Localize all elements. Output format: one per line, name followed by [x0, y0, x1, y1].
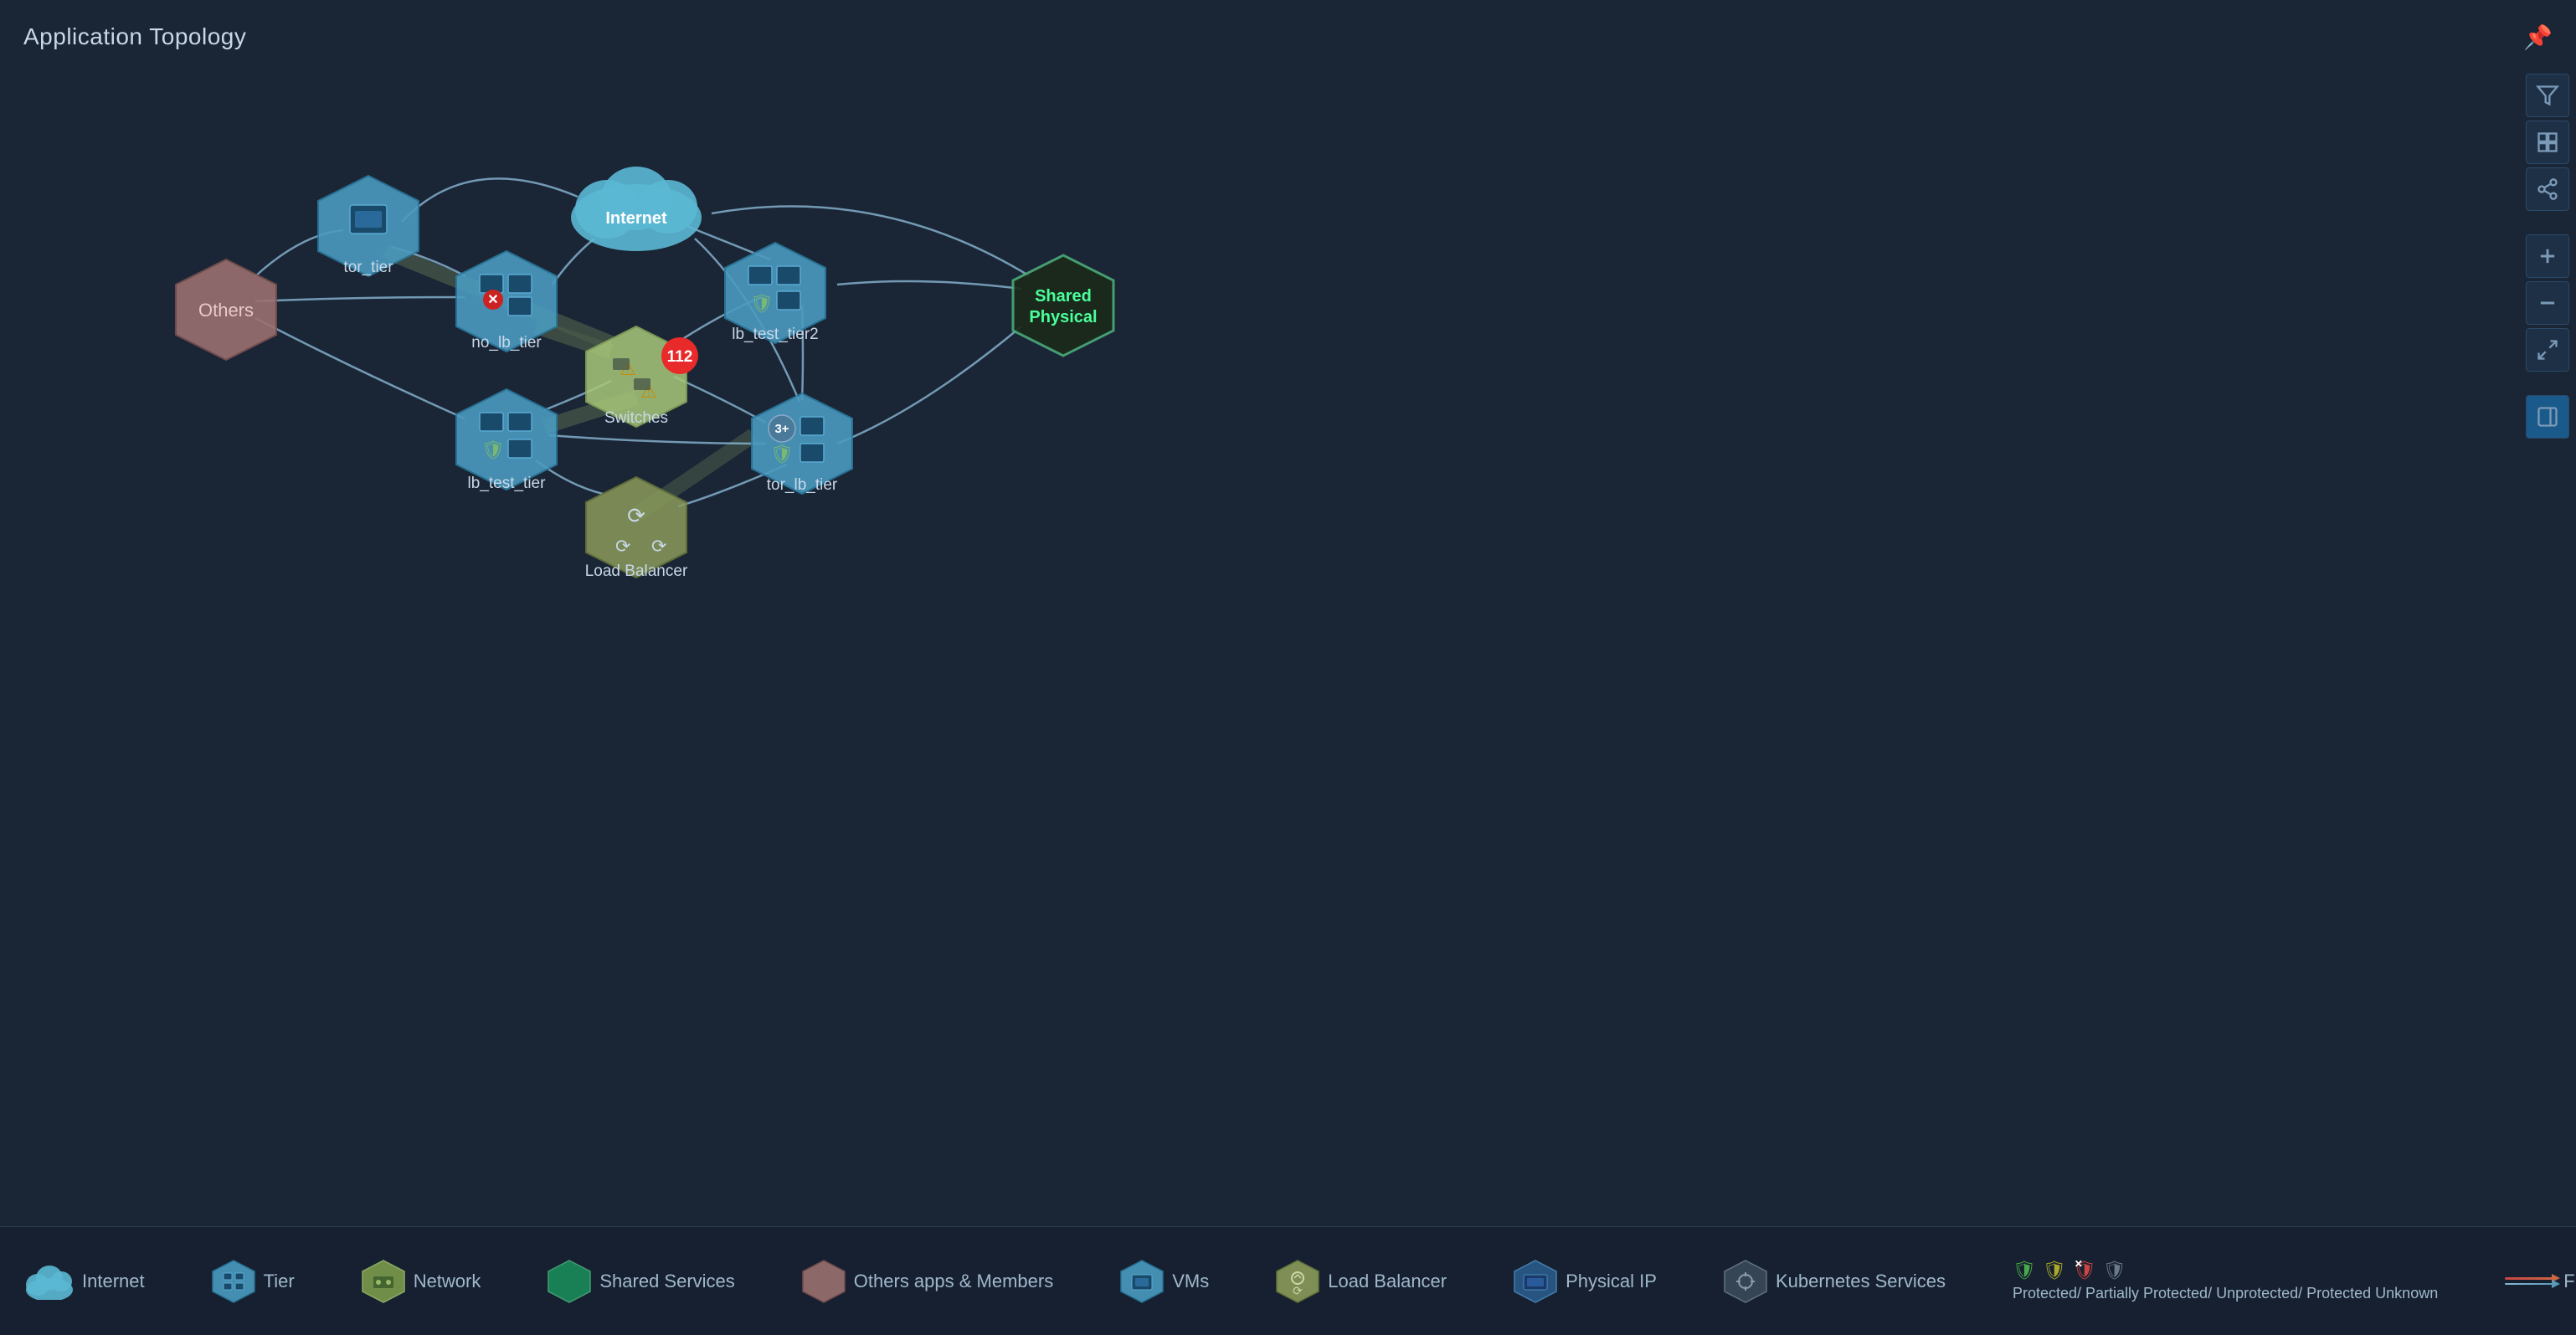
shield-green-icon: 🛡 [2013, 1260, 2036, 1281]
svg-text:Physical: Physical [1029, 308, 1097, 326]
svg-text:⟳: ⟳ [615, 536, 630, 557]
others-legend-icon [802, 1260, 846, 1303]
physical-ip-legend-icon [1514, 1260, 1557, 1303]
svg-text:Load Balancer: Load Balancer [585, 562, 688, 580]
svg-text:lb_test_tier: lb_test_tier [468, 475, 547, 492]
k8s-legend-icon [1724, 1260, 1767, 1303]
layout-button[interactable] [2526, 121, 2569, 164]
legend-shared-services-label: Shared Services [599, 1271, 734, 1292]
legend-tier-label: Tier [264, 1271, 295, 1292]
svg-text:lb_test_tier2: lb_test_tier2 [732, 326, 819, 343]
protection-icons-row: 🛡 🛡 🛡 ✕ 🛡 [2013, 1260, 2126, 1281]
network-legend-icon [362, 1260, 405, 1303]
toolbar [2519, 67, 2576, 445]
legend-internet-label: Internet [82, 1271, 145, 1292]
legend-protection: 🛡 🛡 🛡 ✕ 🛡 Protected/ Partially Protected… [2013, 1260, 2438, 1302]
shield-yellow-icon: 🛡 [2043, 1260, 2066, 1281]
legend-network-label: Network [414, 1271, 481, 1292]
svg-text:🛡: 🛡 [750, 293, 774, 314]
others-node[interactable]: Others [176, 259, 276, 360]
svg-text:tor_tier: tor_tier [343, 259, 393, 276]
legend-k8s-label: Kubernetes Services [1776, 1271, 1946, 1292]
filter-button[interactable] [2526, 74, 2569, 117]
fit-screen-button[interactable] [2526, 328, 2569, 372]
legend-shared-services: Shared Services [548, 1260, 734, 1303]
internet-node[interactable]: Internet [571, 167, 702, 251]
tor-lb-tier-node[interactable]: 3+ 🛡 tor_lb_tier [752, 393, 852, 494]
svg-text:no_lb_tier: no_lb_tier [471, 334, 542, 352]
legend-vms: VMs [1120, 1260, 1209, 1303]
cloud-legend-icon [25, 1263, 74, 1300]
vm-legend-icon [1120, 1260, 1164, 1303]
svg-text:Others: Others [198, 300, 254, 321]
shared-services-legend-icon [548, 1260, 591, 1303]
svg-text:⟳: ⟳ [1293, 1284, 1303, 1297]
shield-unknown-icon: 🛡 [2103, 1260, 2126, 1281]
legend-internet: Internet [25, 1263, 145, 1300]
svg-text:Internet: Internet [605, 209, 667, 228]
svg-text:3+: 3+ [774, 422, 789, 436]
legend-flows-label: Flows with Problems/ All Flows [2563, 1271, 2576, 1292]
legend-network: Network [362, 1260, 481, 1303]
lb-test-tier2-node[interactable]: 🛡 lb_test_tier2 [725, 243, 825, 343]
lb-legend-icon: ⟳ [1276, 1260, 1319, 1303]
svg-text:Switches: Switches [604, 409, 668, 427]
svg-text:🛡: 🛡 [481, 439, 505, 460]
svg-text:112: 112 [667, 348, 693, 366]
flow-problem-line [2505, 1277, 2555, 1280]
svg-text:🛡: 🛡 [770, 444, 794, 465]
topology-svg: Internet ⚠ ⚠ Switches 112 ⟳ ⟳ ⟳ Load Bal… [0, 0, 2520, 1239]
legend-physical-ip-label: Physical IP [1566, 1271, 1657, 1292]
legend-protection-label: Protected/ Partially Protected/ Unprotec… [2013, 1285, 2438, 1302]
svg-text:⟳: ⟳ [627, 503, 645, 528]
svg-text:⟳: ⟳ [651, 536, 666, 557]
lb-test-tier-node[interactable]: 🛡 lb_test_tier [456, 389, 557, 492]
legend-vms-label: VMs [1172, 1271, 1209, 1292]
flow-all-line [2505, 1283, 2555, 1285]
share-button[interactable] [2526, 167, 2569, 211]
legend-kubernetes: Kubernetes Services [1724, 1260, 1946, 1303]
zoom-in-button[interactable] [2526, 234, 2569, 278]
legend-lb-label: Load Balancer [1328, 1271, 1447, 1292]
legend-physical-ip: Physical IP [1514, 1260, 1657, 1303]
legend-flows: Flows with Problems/ All Flows [2505, 1271, 2576, 1292]
svg-text:Shared: Shared [1035, 287, 1092, 306]
svg-text:tor_lb_tier: tor_lb_tier [767, 476, 838, 494]
topology-canvas: Internet ⚠ ⚠ Switches 112 ⟳ ⟳ ⟳ Load Bal… [0, 0, 2576, 1239]
tier-legend-icon [212, 1260, 255, 1303]
zoom-out-button[interactable] [2526, 281, 2569, 325]
shield-red-icon: 🛡 ✕ [2073, 1260, 2096, 1281]
legend-lb: ⟳ Load Balancer [1276, 1260, 1447, 1303]
switches-badge: 112 [661, 337, 698, 374]
legend-tier: Tier [212, 1260, 295, 1303]
legend-others-label: Others apps & Members [854, 1271, 1053, 1292]
panel-button[interactable] [2526, 395, 2569, 439]
legend-others: Others apps & Members [802, 1260, 1053, 1303]
no-lb-tier-node[interactable]: ✕ no_lb_tier [456, 251, 557, 352]
legend-bar: Internet Tier Network Shared Services [0, 1226, 2576, 1335]
flow-lines [2505, 1277, 2555, 1285]
shared-physical-node[interactable]: Shared Physical [1013, 255, 1113, 356]
svg-text:✕: ✕ [487, 293, 498, 307]
